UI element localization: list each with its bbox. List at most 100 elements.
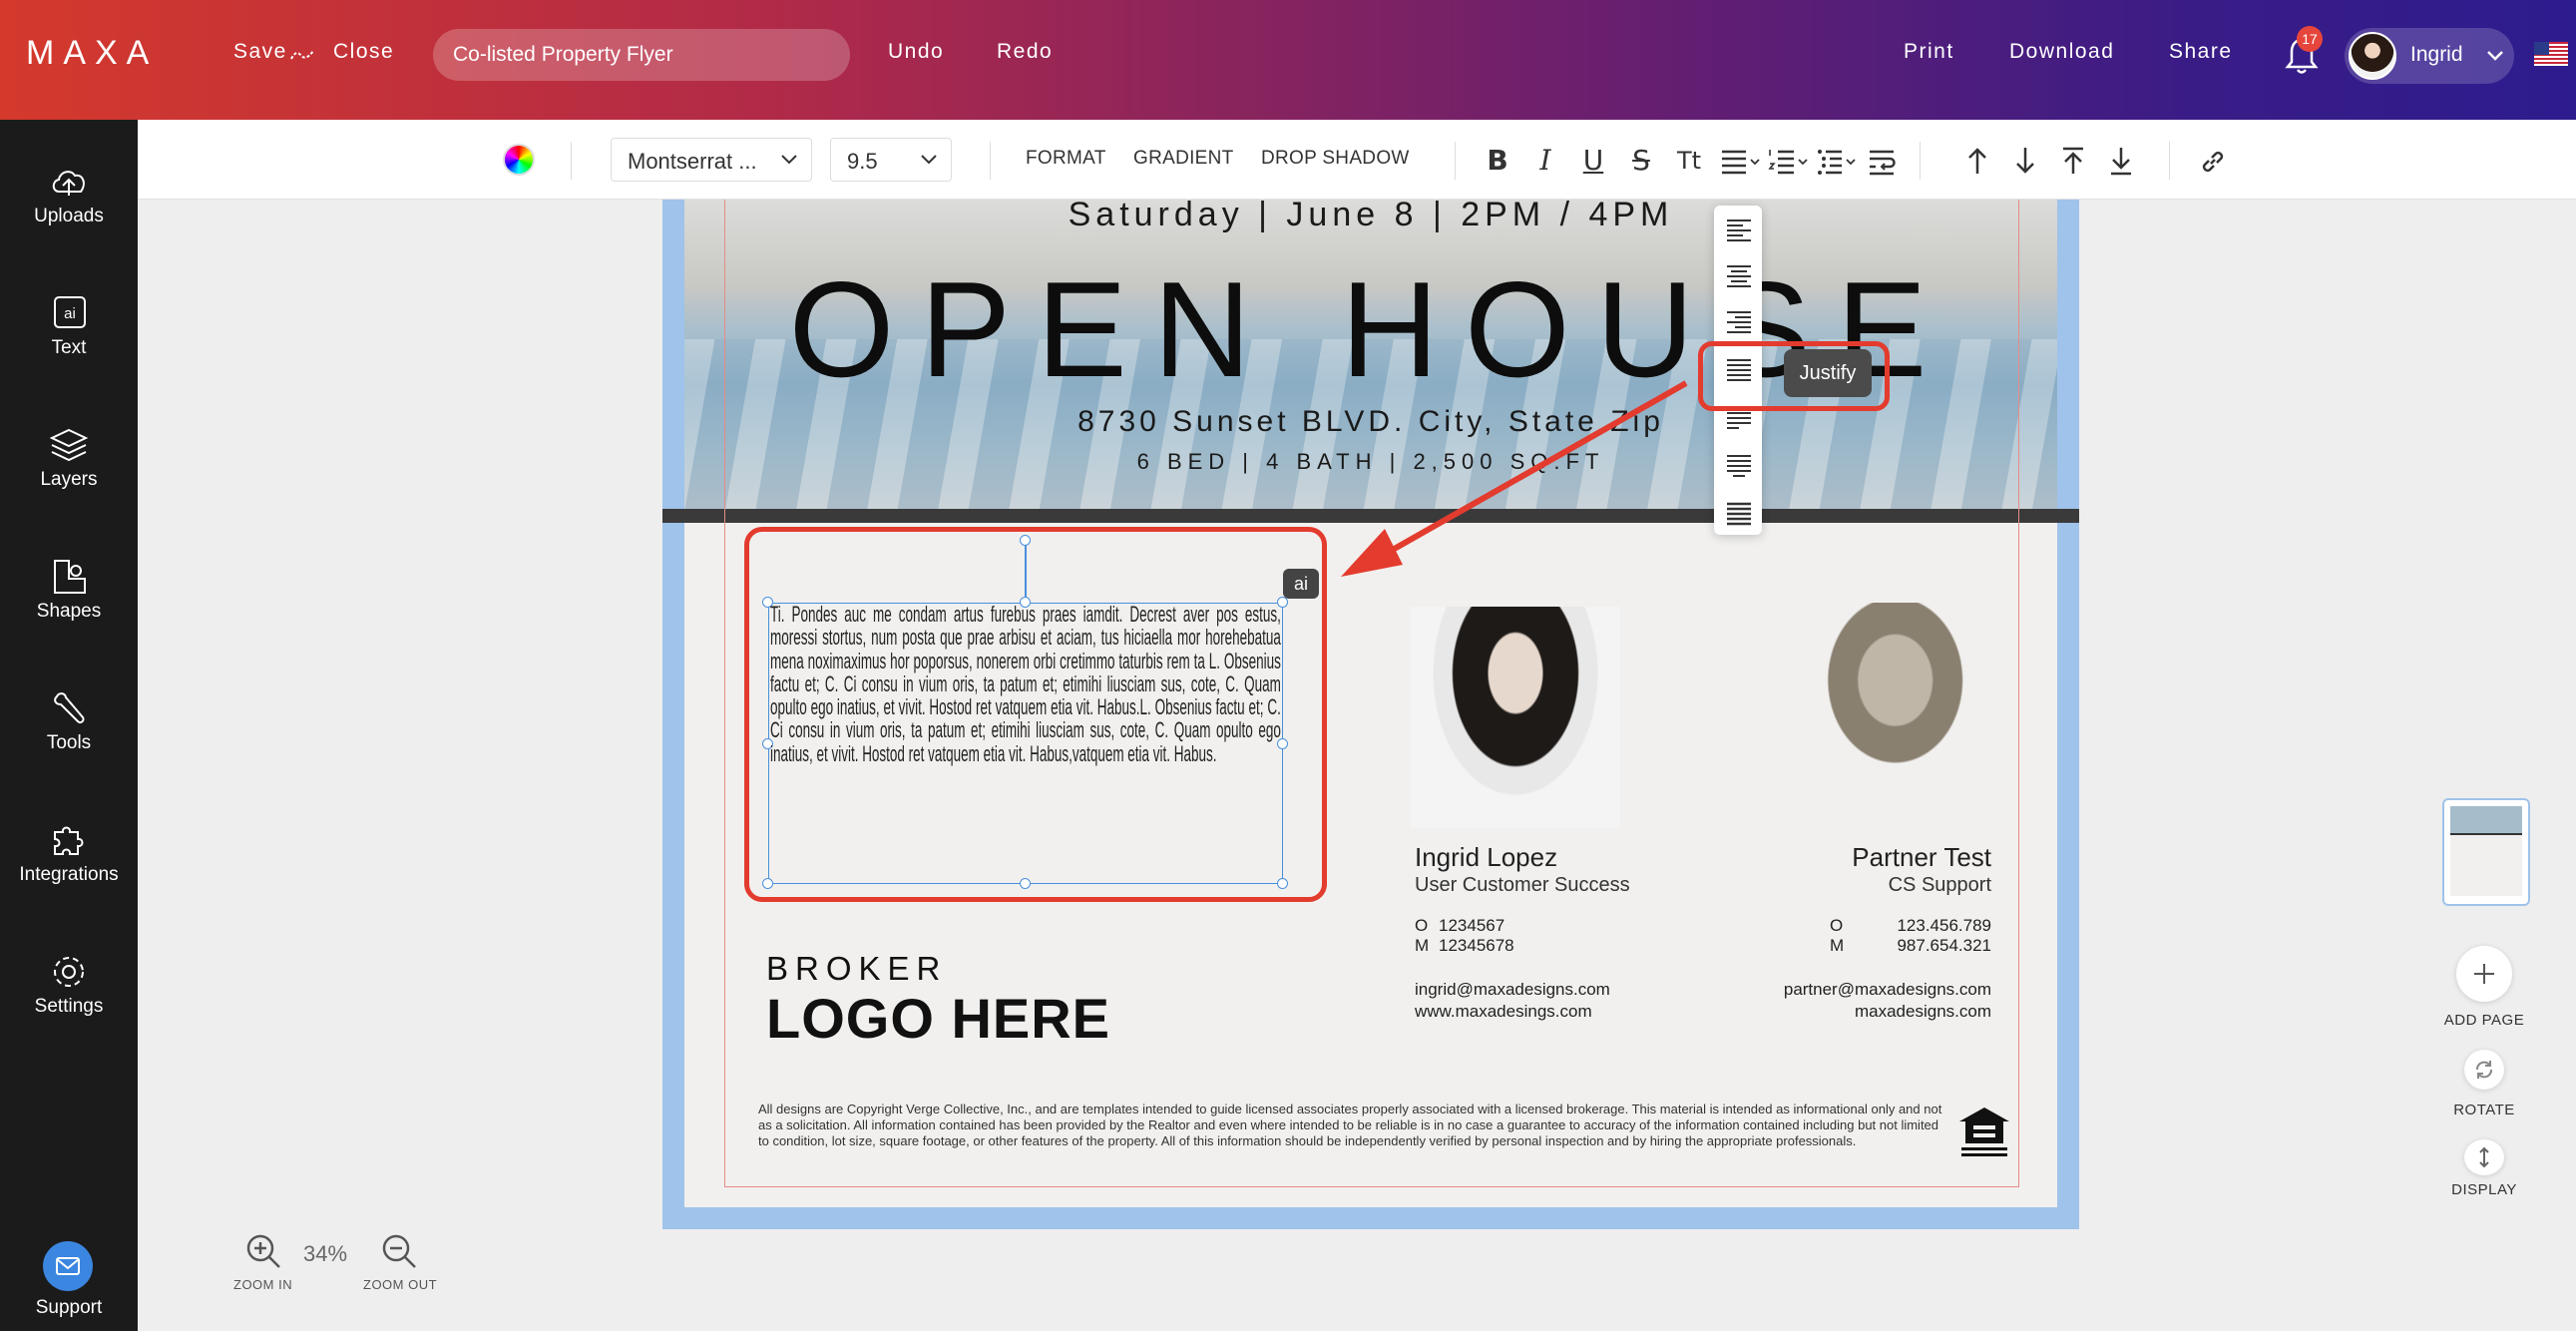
chevron-down-icon [921, 155, 937, 165]
agent1-website[interactable]: www.maxadesings.com [1415, 1002, 1592, 1022]
text-wrap-icon[interactable] [1868, 148, 1898, 176]
sidebar-item-layers[interactable]: Layers [0, 419, 138, 529]
align-center-icon[interactable] [1726, 263, 1752, 289]
rotate-button[interactable] [2464, 1050, 2504, 1090]
arrow-down-icon[interactable] [2013, 146, 2037, 176]
close-button[interactable]: Close [333, 40, 394, 64]
print-button[interactable]: Print [1904, 40, 1954, 64]
sidebar-item-label: Uploads [34, 206, 104, 226]
sidebar-item-tools[interactable]: Tools [0, 682, 138, 792]
divider [2169, 142, 2170, 180]
disclaimer-text[interactable]: All designs are Copyright Verge Collecti… [758, 1102, 1945, 1149]
sidebar-item-label: Tools [46, 732, 92, 753]
share-button[interactable]: Share [2169, 40, 2233, 64]
justify-all-icon[interactable] [1726, 501, 1752, 527]
agent1-mobile-prefix: M [1415, 936, 1430, 955]
redo-button[interactable]: Redo [997, 40, 1053, 64]
zoom-in-icon[interactable] [243, 1231, 283, 1271]
annotation-arrow [1341, 380, 1688, 577]
gear-icon [54, 957, 84, 987]
agent1-title[interactable]: User Customer Success [1415, 874, 1630, 897]
justify-tooltip: Justify [1784, 349, 1872, 397]
format-toolbar: Montserrat ... 9.5 FORMAT GRADIENT DROP … [138, 120, 2576, 200]
sidebar-item-label: Text [51, 337, 87, 358]
font-size-value: 9.5 [847, 149, 878, 174]
gradient-tab[interactable]: GRADIENT [1133, 148, 1234, 170]
page-thumbnail[interactable] [2442, 798, 2530, 906]
description-text[interactable]: Ti. Pondes auc me condam artus furebus p… [770, 603, 1281, 765]
broker-label[interactable]: BROKER [766, 950, 947, 988]
sidebar-item-text[interactable]: ai Text [0, 287, 138, 397]
support-button[interactable] [43, 1241, 93, 1291]
agent2-photo[interactable] [1778, 603, 1991, 824]
align-left-icon[interactable] [1726, 218, 1752, 243]
shapes-icon [54, 560, 86, 594]
agent2-title[interactable]: CS Support [1889, 874, 1991, 897]
italic-icon[interactable]: I [1528, 144, 1562, 178]
sidebar-item-integrations[interactable]: Integrations [0, 814, 138, 924]
numbered-list-icon[interactable] [1768, 148, 1810, 176]
text-case-icon[interactable]: Tt [1672, 144, 1706, 178]
flyer-date[interactable]: Saturday | June 8 | 2PM / 4PM [684, 200, 2057, 234]
arrow-up-icon[interactable] [1965, 146, 1989, 176]
rotation-handle-line [1025, 541, 1027, 603]
bullet-list-icon[interactable] [1816, 148, 1858, 176]
ai-text-icon: ai [54, 296, 86, 328]
save-button[interactable]: Save [233, 40, 287, 64]
divider [1920, 142, 1921, 180]
sidebar-item-uploads[interactable]: Uploads [0, 156, 138, 265]
divider [1455, 142, 1456, 180]
rotation-handle[interactable] [1020, 535, 1031, 546]
user-name: Ingrid [2410, 43, 2463, 66]
agent2-name[interactable]: Partner Test [1852, 842, 1991, 873]
underline-icon[interactable]: U [1576, 144, 1610, 178]
undo-button[interactable]: Undo [888, 40, 944, 64]
broker-logo-placeholder[interactable]: LOGO HERE [766, 986, 1110, 1051]
link-icon[interactable] [2199, 148, 2227, 176]
maxa-logo[interactable]: MAXA [26, 34, 158, 73]
bring-to-front-icon[interactable] [2061, 146, 2085, 176]
document-title-input[interactable]: Co-listed Property Flyer [433, 29, 850, 81]
align-justify-icon[interactable] [1726, 357, 1752, 383]
zoom-level: 34% [303, 1241, 348, 1266]
agent1-photo[interactable] [1411, 607, 1620, 828]
add-page-label: ADD PAGE [2443, 1012, 2525, 1029]
display-button[interactable] [2464, 1139, 2504, 1175]
strikethrough-icon[interactable]: S [1624, 144, 1658, 178]
zoom-out-label: ZOOM OUT [363, 1277, 438, 1292]
agent1-mobile[interactable]: 12345678 [1439, 936, 1514, 956]
sidebar-item-shapes[interactable]: Shapes [0, 551, 138, 661]
chevron-down-icon [2487, 51, 2503, 61]
support-label[interactable]: Support [0, 1297, 138, 1319]
sidebar-item-settings[interactable]: Settings [0, 946, 138, 1056]
agent1-email[interactable]: ingrid@maxadesigns.com [1415, 980, 1610, 1000]
font-family-select[interactable]: Montserrat ... [611, 138, 812, 182]
format-tab[interactable]: FORMAT [1026, 148, 1106, 170]
sidebar-item-label: Integrations [19, 864, 119, 885]
wrench-icon [54, 692, 85, 724]
color-picker-icon[interactable] [503, 144, 535, 176]
cloud-upload-icon [52, 171, 85, 196]
agent2-email[interactable]: partner@maxadesigns.com [1784, 980, 1991, 1000]
mail-icon [56, 1257, 80, 1275]
us-flag-icon[interactable] [2534, 42, 2568, 66]
bold-icon[interactable]: B [1481, 144, 1514, 178]
font-size-select[interactable]: 9.5 [830, 138, 952, 182]
agent2-office[interactable]: 123.456.789 [1897, 916, 1991, 936]
agent1-office[interactable]: 1234567 [1439, 916, 1504, 936]
send-to-back-icon[interactable] [2109, 146, 2133, 176]
user-menu[interactable]: Ingrid [2345, 28, 2514, 84]
align-right-icon[interactable] [1726, 309, 1752, 335]
ai-rewrite-button[interactable]: ai [1283, 569, 1319, 599]
sidebar-item-label: Settings [34, 996, 104, 1017]
zoom-out-icon[interactable] [379, 1231, 419, 1271]
justify-last-left-icon[interactable] [1726, 405, 1752, 431]
agent2-website[interactable]: maxadesigns.com [1855, 1002, 1991, 1022]
text-align-icon[interactable] [1720, 148, 1762, 176]
add-page-button[interactable] [2456, 946, 2512, 1002]
drop-shadow-tab[interactable]: DROP SHADOW [1261, 148, 1410, 170]
agent1-name[interactable]: Ingrid Lopez [1415, 842, 1557, 873]
justify-last-center-icon[interactable] [1726, 453, 1752, 479]
agent2-mobile[interactable]: 987.654.321 [1897, 936, 1991, 956]
download-button[interactable]: Download [2009, 40, 2114, 64]
